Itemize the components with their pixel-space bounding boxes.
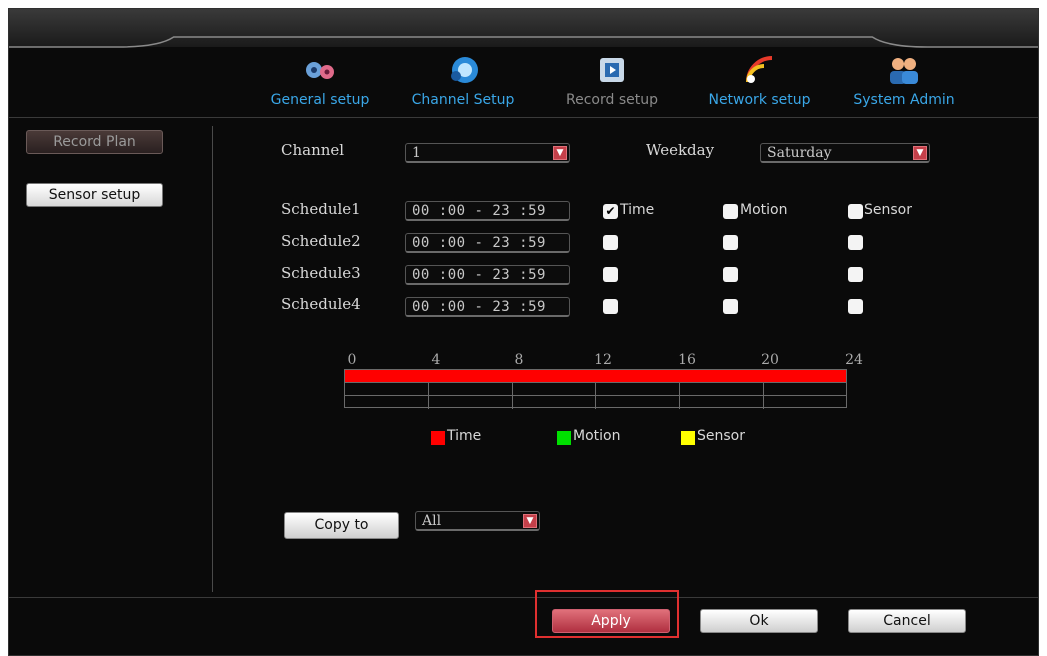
copy-to-button[interactable]: Copy to bbox=[284, 512, 399, 539]
schedule-label: Schedule3 bbox=[281, 264, 361, 282]
film-icon bbox=[600, 58, 624, 82]
schedule-time-field[interactable]: 00 :00 - 23 :59 bbox=[405, 201, 570, 221]
schedule-time-field[interactable]: 00 :00 - 23 :59 bbox=[405, 233, 570, 253]
copy-target-value: All bbox=[422, 513, 442, 529]
nav-label: Channel Setup bbox=[411, 92, 515, 108]
timeline-col-line bbox=[595, 382, 596, 409]
legend-motion-swatch bbox=[557, 431, 571, 445]
nav-general-setup[interactable]: General setup bbox=[256, 52, 384, 108]
nav-label: General setup bbox=[270, 92, 370, 108]
schedule3-sensor-checkbox[interactable] bbox=[848, 267, 863, 282]
channel-label: Channel bbox=[281, 141, 345, 159]
schedule-label: Schedule1 bbox=[281, 200, 361, 218]
weekday-select[interactable]: Saturday ▼ bbox=[760, 143, 930, 163]
legend-sensor-label: Sensor bbox=[697, 428, 745, 444]
cancel-button[interactable]: Cancel bbox=[848, 609, 966, 633]
channel-select[interactable]: 1 ▼ bbox=[405, 143, 570, 163]
nav-channel-setup[interactable]: Channel Setup bbox=[401, 52, 525, 108]
schedule2-time-checkbox[interactable] bbox=[603, 235, 618, 250]
schedule3-time-checkbox[interactable] bbox=[603, 267, 618, 282]
chevron-down-icon: ▼ bbox=[913, 146, 927, 160]
timeline-tick-label: 24 bbox=[845, 352, 863, 368]
time-column-label: Time bbox=[620, 202, 655, 218]
schedule1-time-checkbox[interactable]: ✔ bbox=[603, 204, 618, 219]
nav-record-setup[interactable]: Record setup bbox=[555, 52, 669, 108]
camera-icon bbox=[451, 57, 478, 83]
timeline-col-line bbox=[763, 382, 764, 409]
schedule-label: Schedule2 bbox=[281, 232, 361, 250]
weekday-label: Weekday bbox=[646, 141, 715, 159]
motion-column-label: Motion bbox=[740, 202, 788, 218]
schedule-time-field[interactable]: 00 :00 - 23 :59 bbox=[405, 297, 570, 317]
schedule4-motion-checkbox[interactable] bbox=[723, 299, 738, 314]
timeline-tick-label: 0 bbox=[347, 352, 357, 368]
timeline-tick-label: 4 bbox=[431, 352, 441, 368]
apply-button[interactable]: Apply bbox=[552, 609, 670, 633]
timeline-col-line bbox=[428, 382, 429, 409]
ok-button[interactable]: Ok bbox=[700, 609, 818, 633]
record-plan-button[interactable]: Record Plan bbox=[26, 130, 163, 154]
time-record-bar bbox=[345, 370, 846, 382]
timeline-col-line bbox=[679, 382, 680, 409]
chevron-down-icon: ▼ bbox=[553, 146, 567, 160]
timeline-tick-label: 12 bbox=[594, 352, 612, 368]
schedule4-time-checkbox[interactable] bbox=[603, 299, 618, 314]
schedule-time-field[interactable]: 00 :00 - 23 :59 bbox=[405, 265, 570, 285]
schedule-label: Schedule4 bbox=[281, 295, 361, 313]
channel-value: 1 bbox=[412, 145, 421, 161]
nav-label: System Admin bbox=[853, 92, 955, 108]
sensor-setup-button[interactable]: Sensor setup bbox=[26, 183, 163, 207]
timeline-tick-label: 16 bbox=[678, 352, 696, 368]
weekday-value: Saturday bbox=[767, 145, 832, 161]
nav-label: Record setup bbox=[566, 92, 658, 108]
schedule1-sensor-checkbox[interactable] bbox=[848, 204, 863, 219]
users-icon bbox=[890, 58, 918, 84]
nav-label: Network setup bbox=[708, 92, 811, 108]
wifi-icon bbox=[745, 56, 772, 83]
schedule3-motion-checkbox[interactable] bbox=[723, 267, 738, 282]
legend-motion-label: Motion bbox=[573, 428, 621, 444]
legend-sensor-swatch bbox=[681, 431, 695, 445]
footer-divider bbox=[9, 597, 1038, 598]
legend-time-label: Time bbox=[447, 428, 482, 444]
gears-icon bbox=[306, 62, 334, 79]
timeline-col-line bbox=[512, 382, 513, 409]
chevron-down-icon: ▼ bbox=[523, 514, 537, 528]
schedule1-motion-checkbox[interactable] bbox=[723, 204, 738, 219]
schedule2-sensor-checkbox[interactable] bbox=[848, 235, 863, 250]
sidebar-divider bbox=[212, 126, 213, 592]
sensor-column-label: Sensor bbox=[864, 202, 912, 218]
schedule4-sensor-checkbox[interactable] bbox=[848, 299, 863, 314]
copy-target-select[interactable]: All ▼ bbox=[415, 511, 540, 531]
schedule-timeline bbox=[344, 369, 847, 409]
timeline-tick-label: 20 bbox=[761, 352, 779, 368]
legend-time-swatch bbox=[431, 431, 445, 445]
nav-divider bbox=[9, 117, 1038, 118]
nav-system-admin[interactable]: System Admin bbox=[839, 52, 969, 108]
nav-network-setup[interactable]: Network setup bbox=[692, 52, 827, 108]
schedule2-motion-checkbox[interactable] bbox=[723, 235, 738, 250]
timeline-tick-label: 8 bbox=[514, 352, 524, 368]
